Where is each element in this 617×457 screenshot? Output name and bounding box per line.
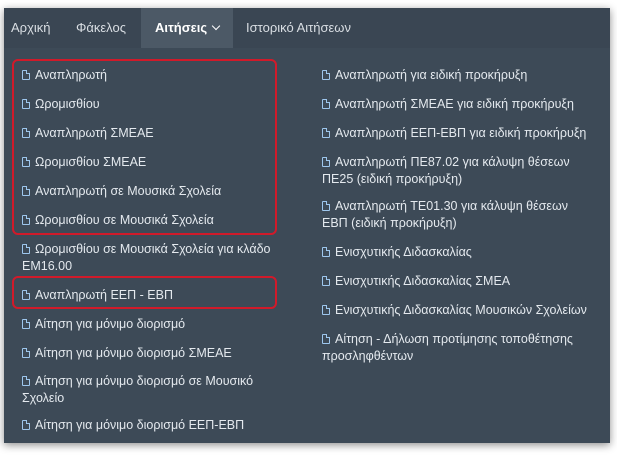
- menu-item-label-line2: προσληφθέντων: [322, 349, 414, 363]
- highlight-box: [12, 59, 277, 235]
- menu-item-label: Αναπληρωτή ΤΕ01.30 για κάλυψη θέσεων: [335, 199, 568, 213]
- nav-home[interactable]: Αρχική: [11, 8, 51, 48]
- menu-item-substitute-special[interactable]: Αναπληρωτή για ειδική προκήρυξη: [322, 67, 527, 84]
- menu-item-placement-preference[interactable]: Αίτηση - Δήλωση προτίμησης τοποθέτησης π…: [322, 331, 602, 365]
- nav-folder-label: Φάκελος: [76, 20, 126, 35]
- document-icon: [22, 319, 30, 329]
- nav-application-history[interactable]: Ιστορικό Αιτήσεων: [246, 8, 351, 48]
- top-navbar: Αρχική Φάκελος Αιτήσεις Ιστορικό Αιτήσεω…: [4, 8, 610, 48]
- menu-item-label: Αίτηση για μόνιμο διορισμό σε Μουσικό: [35, 374, 254, 388]
- menu-item-label: Αίτηση - Δήλωση προτίμησης τοποθέτησης: [335, 332, 573, 346]
- menu-item-permanent-music[interactable]: Αίτηση για μόνιμο διορισμό σε Μουσικό Σχ…: [22, 373, 292, 407]
- document-icon: [322, 99, 330, 109]
- menu-item-label-line2: ΕΜ16.00: [22, 259, 73, 273]
- menu-item-label: Ενισχυτικής Διδασκαλίας Μουσικών Σχολείω…: [335, 303, 587, 317]
- menu-item-substitute-eep-special[interactable]: Αναπληρωτή ΕΕΠ-ΕΒΠ για ειδική προκήρυξη: [322, 125, 586, 142]
- chevron-down-icon: [211, 21, 221, 31]
- menu-item-remedial[interactable]: Ενισχυτικής Διδασκαλίας: [322, 244, 472, 261]
- document-icon: [322, 70, 330, 80]
- menu-item-label: Ενισχυτικής Διδασκαλίας: [335, 245, 472, 259]
- menu-item-substitute-te01[interactable]: Αναπληρωτή ΤΕ01.30 για κάλυψη θέσεων ΕΒΠ…: [322, 198, 602, 232]
- document-icon: [322, 128, 330, 138]
- highlight-box: [12, 276, 277, 309]
- menu-item-remedial-music[interactable]: Ενισχυτικής Διδασκαλίας Μουσικών Σχολείω…: [322, 302, 587, 319]
- nav-home-label: Αρχική: [11, 20, 51, 35]
- menu-item-label: Αίτηση για μόνιμο διορισμό ΕΕΠ-ΕΒΠ: [35, 418, 245, 432]
- menu-item-label-line2: ΕΒΠ (ειδική προκήρυξη): [322, 216, 457, 230]
- menu-item-label: Ωρομισθίου σε Μουσικά Σχολεία για κλάδο: [35, 242, 271, 256]
- menu-item-permanent-eep-ebp[interactable]: Αίτηση για μόνιμο διορισμό ΕΕΠ-ΕΒΠ: [22, 417, 244, 434]
- nav-applications-label: Αιτήσεις: [155, 20, 208, 35]
- menu-item-substitute-smeae-special[interactable]: Αναπληρωτή ΣΜΕΑΕ για ειδική προκήρυξη: [322, 96, 574, 113]
- menu-item-permanent-smeae[interactable]: Αίτηση για μόνιμο διορισμό ΣΜΕΑΕ: [22, 345, 232, 362]
- menu-item-label: Αίτηση για μόνιμο διορισμό: [35, 317, 186, 331]
- nav-folder[interactable]: Φάκελος: [76, 8, 126, 48]
- menu-item-label: Αίτηση για μόνιμο διορισμό ΣΜΕΑΕ: [35, 346, 232, 360]
- document-icon: [22, 420, 30, 430]
- nav-applications[interactable]: Αιτήσεις: [141, 8, 233, 48]
- menu-item-substitute-pe87[interactable]: Αναπληρωτή ΠΕ87.02 για κάλυψη θέσεων ΠΕ2…: [322, 154, 602, 188]
- document-icon: [22, 376, 30, 386]
- document-icon: [22, 244, 30, 254]
- document-icon: [22, 348, 30, 358]
- menu-item-hourly-music-em16[interactable]: Ωρομισθίου σε Μουσικά Σχολεία για κλάδο …: [22, 241, 292, 275]
- menu-item-remedial-smea[interactable]: Ενισχυτικής Διδασκαλίας ΣΜΕΑ: [322, 273, 510, 290]
- menu-item-label-line2: ΠΕ25 (ειδική προκήρυξη): [322, 172, 463, 186]
- menu-item-label: Αναπληρωτή ΣΜΕΑΕ για ειδική προκήρυξη: [335, 97, 574, 111]
- document-icon: [322, 201, 330, 211]
- document-icon: [322, 334, 330, 344]
- menu-item-label: Ενισχυτικής Διδασκαλίας ΣΜΕΑ: [335, 274, 511, 288]
- menu-item-label: Αναπληρωτή ΕΕΠ-ΕΒΠ για ειδική προκήρυξη: [335, 126, 587, 140]
- document-icon: [322, 157, 330, 167]
- application-window: Αρχική Φάκελος Αιτήσεις Ιστορικό Αιτήσεω…: [4, 8, 610, 443]
- menu-item-permanent[interactable]: Αίτηση για μόνιμο διορισμό: [22, 316, 185, 333]
- menu-item-label-line2: Σχολείο: [22, 391, 65, 405]
- nav-history-label: Ιστορικό Αιτήσεων: [246, 20, 351, 35]
- menu-item-label: Αναπληρωτή για ειδική προκήρυξη: [335, 68, 528, 82]
- document-icon: [322, 276, 330, 286]
- document-icon: [322, 247, 330, 257]
- menu-item-label: Αναπληρωτή ΠΕ87.02 για κάλυψη θέσεων: [335, 155, 570, 169]
- document-icon: [322, 305, 330, 315]
